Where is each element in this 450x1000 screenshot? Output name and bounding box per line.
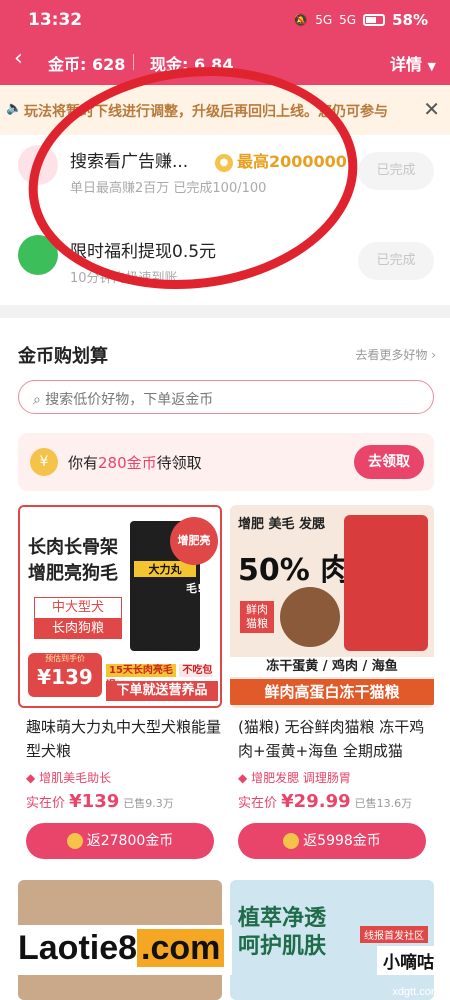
price-value: ¥139 xyxy=(69,791,120,812)
promo-text: 15天长肉亮毛 xyxy=(106,664,176,677)
image-side-text: 鲜肉猫粮 xyxy=(240,601,274,633)
detail-button[interactable]: 详情 ▼ xyxy=(390,51,436,75)
image-big-text: 50% 肉 xyxy=(238,553,351,588)
speaker-icon: 🔈 xyxy=(6,101,23,116)
signal-icon-2: 5G xyxy=(339,13,357,27)
reward-badge-text: 最高2000000 xyxy=(237,152,347,171)
headline-line: 长肉长骨架 xyxy=(28,537,118,558)
watermark-brand: 小嘀咕 xyxy=(377,946,440,975)
divider xyxy=(133,54,134,70)
header: ‹ 金币: 628 现金: 6.84 详情 ▼ xyxy=(0,44,450,80)
promo-banner: 下单就送营养品 xyxy=(106,681,218,701)
logo-text: Laotie8 xyxy=(18,929,138,967)
kibble-bowl xyxy=(280,587,340,647)
status-bar: 13:32 🔕 5G 5G 58% xyxy=(0,0,450,40)
watermark: Laotie8 .com 小嘀咕 xdgtt.com xyxy=(0,880,450,1000)
search-input[interactable]: ⌕ 搜索低价好物，下单返金币 xyxy=(18,380,434,414)
search-placeholder: 搜索低价好物，下单返金币 xyxy=(45,392,214,408)
coin-return-label: 返27800金币 xyxy=(86,833,174,849)
mute-icon: 🔕 xyxy=(293,13,309,27)
product-tag: ◆ 增肌美毛助长 xyxy=(26,769,111,786)
coin-icon xyxy=(66,833,83,849)
product-tag-text: 增肌美毛助长 xyxy=(39,771,112,785)
notice-banner: 🔈 玩法将暂时下线进行调整，升级后再回归上线。您仍可参与 ✕ xyxy=(0,85,450,135)
claim-button[interactable]: 去领取 xyxy=(354,445,424,479)
task-title: 搜索看广告赚... xyxy=(70,152,189,172)
image-top-text: 增肥 美毛 发腮 xyxy=(238,517,326,532)
claim-text: 你有280金币待领取 xyxy=(68,452,202,473)
task-item: 搜索看广告赚... ● 最高2000000 单日最高赚2百万 已完成100/100… xyxy=(0,135,450,205)
task-done-button[interactable]: 已完成 xyxy=(358,152,434,190)
task-done-button[interactable]: 已完成 xyxy=(358,242,434,280)
wechat-icon xyxy=(18,235,58,275)
product-price: 实在价 ¥139 已售9.3万 xyxy=(26,791,174,812)
price-tag-label: 预估到手价 xyxy=(45,654,85,663)
product-tag-text: 增肥发腮 调理肠胃 xyxy=(251,771,351,785)
search-task-icon xyxy=(18,145,58,185)
tag-icon: ◆ xyxy=(26,771,36,785)
sold-count: 已售13.6万 xyxy=(354,797,413,810)
section-title: 金币购划算 xyxy=(18,346,108,367)
product-name: (猫粮) 无谷鲜肉猫粮 冻干鸡肉+蛋黄+海鱼 全期成猫 xyxy=(238,718,425,760)
task-title: 限时福利提现0.5元 xyxy=(70,242,217,262)
status-icons: 🔕 5G 5G 58% xyxy=(293,11,428,29)
caret-down-icon: ▼ xyxy=(427,60,436,73)
image-line-1: 冻干蛋黄 / 鸡肉 / 海鱼 xyxy=(230,657,434,677)
badge-line: 长肉狗粮 xyxy=(51,621,104,636)
logo-suffix: .com xyxy=(137,929,225,967)
claim-amount: 280金币 xyxy=(98,454,157,472)
task-list: 搜索看广告赚... ● 最高2000000 单日最高赚2百万 已完成100/100… xyxy=(0,135,450,305)
price-label: 实在价 xyxy=(238,796,278,811)
notice-text: 玩法将暂时下线进行调整，升级后再回归上线。您仍可参与 xyxy=(24,104,388,120)
price-value: ¥29.99 xyxy=(281,791,351,812)
product-tag: ◆ 增肥发腮 调理肠胃 xyxy=(238,769,351,786)
search-icon: ⌕ xyxy=(33,392,41,408)
price-label: 实在价 xyxy=(26,796,66,811)
price-tag-value: ¥139 xyxy=(37,665,93,689)
close-icon[interactable]: ✕ xyxy=(419,97,440,121)
headline-line: 增肥亮狗毛 xyxy=(28,563,118,584)
claim-banner: ¥ 你有280金币待领取 去领取 xyxy=(18,433,434,491)
coin-return-button[interactable]: 返27800金币 xyxy=(26,823,214,859)
yen-icon: ¥ xyxy=(30,448,58,476)
product-price: 实在价 ¥29.99 已售13.6万 xyxy=(238,791,412,812)
image-line-2: 鲜肉高蛋白冻干猫粮 xyxy=(230,679,434,705)
category-badge: 中大型犬 长肉狗粮 xyxy=(34,597,122,639)
task-subtitle: 10分钟内极速到账 xyxy=(70,271,178,286)
coin-balance: 金币: 628 xyxy=(48,55,126,74)
tag-icon: ◆ xyxy=(238,771,248,785)
coin-icon xyxy=(283,833,300,849)
claim-suffix: 待领取 xyxy=(156,454,202,472)
product-image[interactable]: 长肉长骨架 增肥亮狗毛 中大型犬 长肉狗粮 大力丸 增肥亮毛! 预估到手价 ¥1… xyxy=(18,505,222,708)
battery-icon xyxy=(363,14,386,26)
sold-count: 已售9.3万 xyxy=(123,797,174,810)
status-time: 13:32 xyxy=(28,10,83,30)
product-name: 趣味萌大力丸中大型犬粮能量型犬粮 xyxy=(26,718,222,760)
price-tag: 预估到手价 ¥139 xyxy=(28,653,102,697)
coin-icon: ● xyxy=(215,153,233,172)
signal-icon: 5G xyxy=(315,13,333,27)
task-subtitle: 单日最高赚2百万 已完成100/100 xyxy=(70,181,267,196)
reward-badge: ● 最高2000000 xyxy=(215,148,347,172)
top-bar: 13:32 🔕 5G 5G 58% ‹ 金币: 628 现金: 6.84 详情 … xyxy=(0,0,450,85)
back-icon[interactable]: ‹ xyxy=(14,46,23,71)
watermark-logo: Laotie8 .com xyxy=(10,925,233,975)
detail-label: 详情 xyxy=(389,55,422,74)
sticker: 增肥亮毛! xyxy=(170,517,218,595)
coin-return-button[interactable]: 返5998金币 xyxy=(238,823,426,859)
cash-balance: 现金: 6.84 xyxy=(150,55,234,74)
product-pack xyxy=(344,515,428,651)
claim-prefix: 你有 xyxy=(68,454,99,472)
product-image[interactable]: 增肥 美毛 发腮 50% 肉 鲜肉猫粮 冻干蛋黄 / 鸡肉 / 海鱼 鲜肉高蛋白… xyxy=(230,505,434,708)
badge-line: 中大型犬 xyxy=(34,597,122,619)
see-more-link[interactable]: 去看更多好物 › xyxy=(355,346,436,363)
product-image-headline: 长肉长骨架 增肥亮狗毛 xyxy=(28,535,118,587)
battery-level: 58% xyxy=(392,11,428,29)
watermark-site: xdgtt.com xyxy=(392,986,440,998)
coin-return-label: 返5998金币 xyxy=(303,833,381,849)
task-item: 限时福利提现0.5元 10分钟内极速到账 已完成 xyxy=(0,225,450,295)
